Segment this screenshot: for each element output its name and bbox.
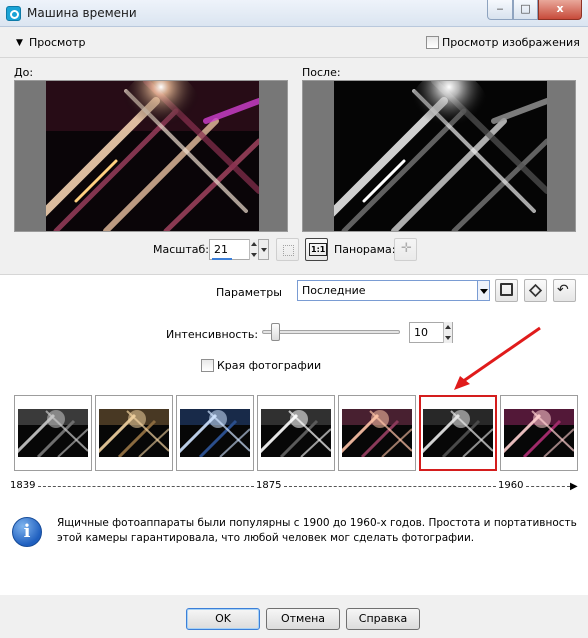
photo-edges-label: Края фотографии — [217, 358, 322, 372]
era-thumbnail-image — [504, 409, 574, 457]
image-preview-checkbox[interactable] — [426, 35, 439, 49]
pan-label: Панорама: — [334, 243, 396, 256]
zoom-to-fit-button[interactable] — [276, 238, 299, 261]
preview-section-header: ▼ Просмотр Просмотр изображения — [0, 28, 588, 58]
era-thumbnail[interactable] — [419, 395, 497, 471]
after-preview-pane[interactable] — [302, 80, 576, 232]
app-icon — [6, 6, 21, 21]
help-button[interactable]: Справка — [346, 608, 420, 630]
info-icon: i — [12, 517, 42, 547]
ok-button[interactable]: OK — [186, 608, 260, 630]
zoom-dropdown-button[interactable] — [258, 239, 269, 260]
preview-section-label[interactable]: Просмотр — [29, 36, 85, 49]
window-title: Машина времени — [27, 6, 137, 20]
era-thumbnail-image — [342, 409, 412, 457]
title-bar: Машина времени ‒ □ x — [0, 0, 588, 27]
intensity-slider-thumb[interactable] — [270, 323, 280, 341]
pan-button[interactable]: ✛ — [394, 238, 417, 261]
params-dropdown-arrow[interactable] — [477, 280, 490, 301]
photo-edges-toggle[interactable]: Края фотографии — [201, 358, 321, 372]
dice-icon — [528, 283, 543, 298]
timeline-start-year: 1839 — [10, 480, 36, 491]
intensity-label: Интенсивность: — [166, 328, 259, 341]
era-thumbnail-image — [261, 409, 331, 457]
params-label: Параметры — [216, 286, 282, 299]
timeline-end-year: 1960 — [498, 480, 524, 491]
before-label: До: — [14, 66, 34, 79]
info-description: Ящичные фотоаппараты были популярны с 19… — [57, 517, 577, 544]
actual-size-button[interactable]: 1:1 — [305, 238, 328, 261]
save-preset-button[interactable] — [495, 279, 518, 302]
image-preview-label: Просмотр изображения — [442, 35, 580, 49]
after-preview-image — [334, 81, 547, 231]
move-cross-icon: ✛ — [401, 241, 412, 256]
timeline: 1839 1875 1960 ▶ — [0, 478, 588, 494]
timeline-line-end — [526, 486, 570, 487]
actual-size-icon: 1:1 — [309, 243, 328, 256]
intensity-slider-track[interactable] — [262, 330, 400, 334]
after-label: После: — [302, 66, 341, 79]
era-thumbnail[interactable] — [14, 395, 92, 471]
zoom-row: Масштаб: 21 1:1 Панорама: ✛ — [0, 238, 588, 263]
params-preset-select[interactable]: Последние — [297, 280, 490, 301]
timeline-middle-year: 1875 — [256, 480, 282, 491]
era-thumbnail[interactable] — [500, 395, 578, 471]
timeline-line-right — [284, 486, 496, 487]
reset-button[interactable]: ↶ — [553, 279, 576, 302]
maximize-button[interactable]: □ — [513, 0, 538, 20]
era-thumbnail-image — [180, 409, 250, 457]
era-thumbnail[interactable] — [176, 395, 254, 471]
annotation-arrow — [454, 326, 541, 390]
zoom-label: Масштаб: — [153, 243, 209, 256]
zoom-spin-buttons[interactable] — [249, 239, 258, 260]
collapse-triangle-icon[interactable]: ▼ — [16, 38, 23, 48]
before-preview-pane[interactable] — [14, 80, 288, 232]
before-preview-image — [46, 81, 259, 231]
minimize-button[interactable]: ‒ — [487, 0, 513, 20]
timeline-line-left — [38, 486, 254, 487]
era-thumbnail[interactable] — [338, 395, 416, 471]
floppy-disk-icon — [500, 283, 513, 296]
era-thumbnail-image — [99, 409, 169, 457]
era-thumbnail-image — [18, 409, 88, 457]
reset-arrow-icon: ↶ — [557, 282, 569, 298]
era-thumbnail-image — [423, 409, 493, 457]
photo-edges-checkbox[interactable] — [201, 358, 214, 372]
image-preview-toggle[interactable]: Просмотр изображения — [426, 35, 580, 49]
era-thumbnail[interactable] — [95, 395, 173, 471]
randomize-button[interactable] — [524, 279, 547, 302]
timeline-arrow-icon: ▶ — [570, 481, 578, 492]
era-thumbnail[interactable] — [257, 395, 335, 471]
close-button[interactable]: x — [538, 0, 582, 20]
cancel-button[interactable]: Отмена — [266, 608, 340, 630]
zoom-focus-underline — [212, 258, 232, 260]
